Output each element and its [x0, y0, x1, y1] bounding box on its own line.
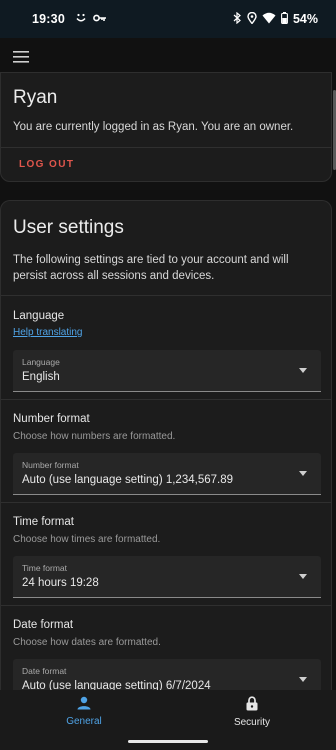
dropdown-arrow-icon	[299, 574, 307, 579]
number-format-title: Number format	[13, 413, 90, 425]
battery-icon	[281, 11, 288, 27]
number-format-subtitle: Choose how numbers are formatted.	[13, 431, 176, 442]
language-select-label: Language	[22, 357, 60, 367]
settings-description: The following settings are tied to your …	[13, 254, 289, 282]
user-settings-card: User settings The following settings are…	[0, 200, 332, 720]
language-title: Language	[13, 310, 65, 322]
lock-icon	[246, 696, 258, 714]
smile-icon	[75, 12, 87, 27]
time-format-title: Time format	[13, 516, 74, 528]
account-name: Ryan	[13, 87, 58, 108]
nav-security-label: Security	[233, 717, 271, 728]
settings-title: User settings	[13, 217, 124, 238]
location-icon	[247, 11, 257, 27]
dropdown-arrow-icon	[299, 471, 307, 476]
nav-general-label: General	[66, 716, 102, 727]
dropdown-arrow-icon	[299, 677, 307, 682]
status-bar: 19:30 54%	[0, 0, 336, 38]
key-icon	[93, 12, 107, 27]
home-indicator[interactable]	[128, 740, 208, 743]
number-format-select-value: Auto (use language setting) 1,234,567.89	[22, 474, 233, 486]
time-format-select-label: Time format	[22, 563, 68, 573]
divider	[1, 502, 331, 503]
time-format-subtitle: Choose how times are formatted.	[13, 534, 161, 545]
logout-button[interactable]: LOG OUT	[19, 159, 74, 170]
status-time: 19:30	[32, 12, 65, 26]
date-format-title: Date format	[13, 619, 74, 631]
wifi-icon	[262, 12, 276, 27]
divider	[1, 605, 331, 606]
number-format-select[interactable]: Number format Auto (use language setting…	[13, 453, 321, 495]
divider	[1, 147, 331, 148]
time-format-select-value: 24 hours 19:28	[22, 577, 99, 589]
divider	[1, 295, 331, 296]
date-format-select-label: Date format	[22, 666, 67, 676]
language-select-value: English	[22, 371, 60, 383]
battery-percent: 54%	[292, 12, 318, 26]
time-format-select[interactable]: Time format 24 hours 19:28	[13, 556, 321, 598]
divider	[1, 399, 331, 400]
dropdown-arrow-icon	[299, 368, 307, 373]
menu-icon[interactable]	[13, 50, 29, 68]
bluetooth-icon	[233, 11, 242, 27]
date-format-subtitle: Choose how dates are formatted.	[13, 637, 161, 648]
account-card: Ryan You are currently logged in as Ryan…	[0, 72, 332, 182]
help-translating-link[interactable]: Help translating	[13, 327, 82, 338]
language-select[interactable]: Language English	[13, 350, 321, 392]
person-icon	[77, 696, 91, 713]
account-description: You are currently logged in as Ryan. You…	[13, 121, 294, 133]
number-format-select-label: Number format	[22, 460, 79, 470]
